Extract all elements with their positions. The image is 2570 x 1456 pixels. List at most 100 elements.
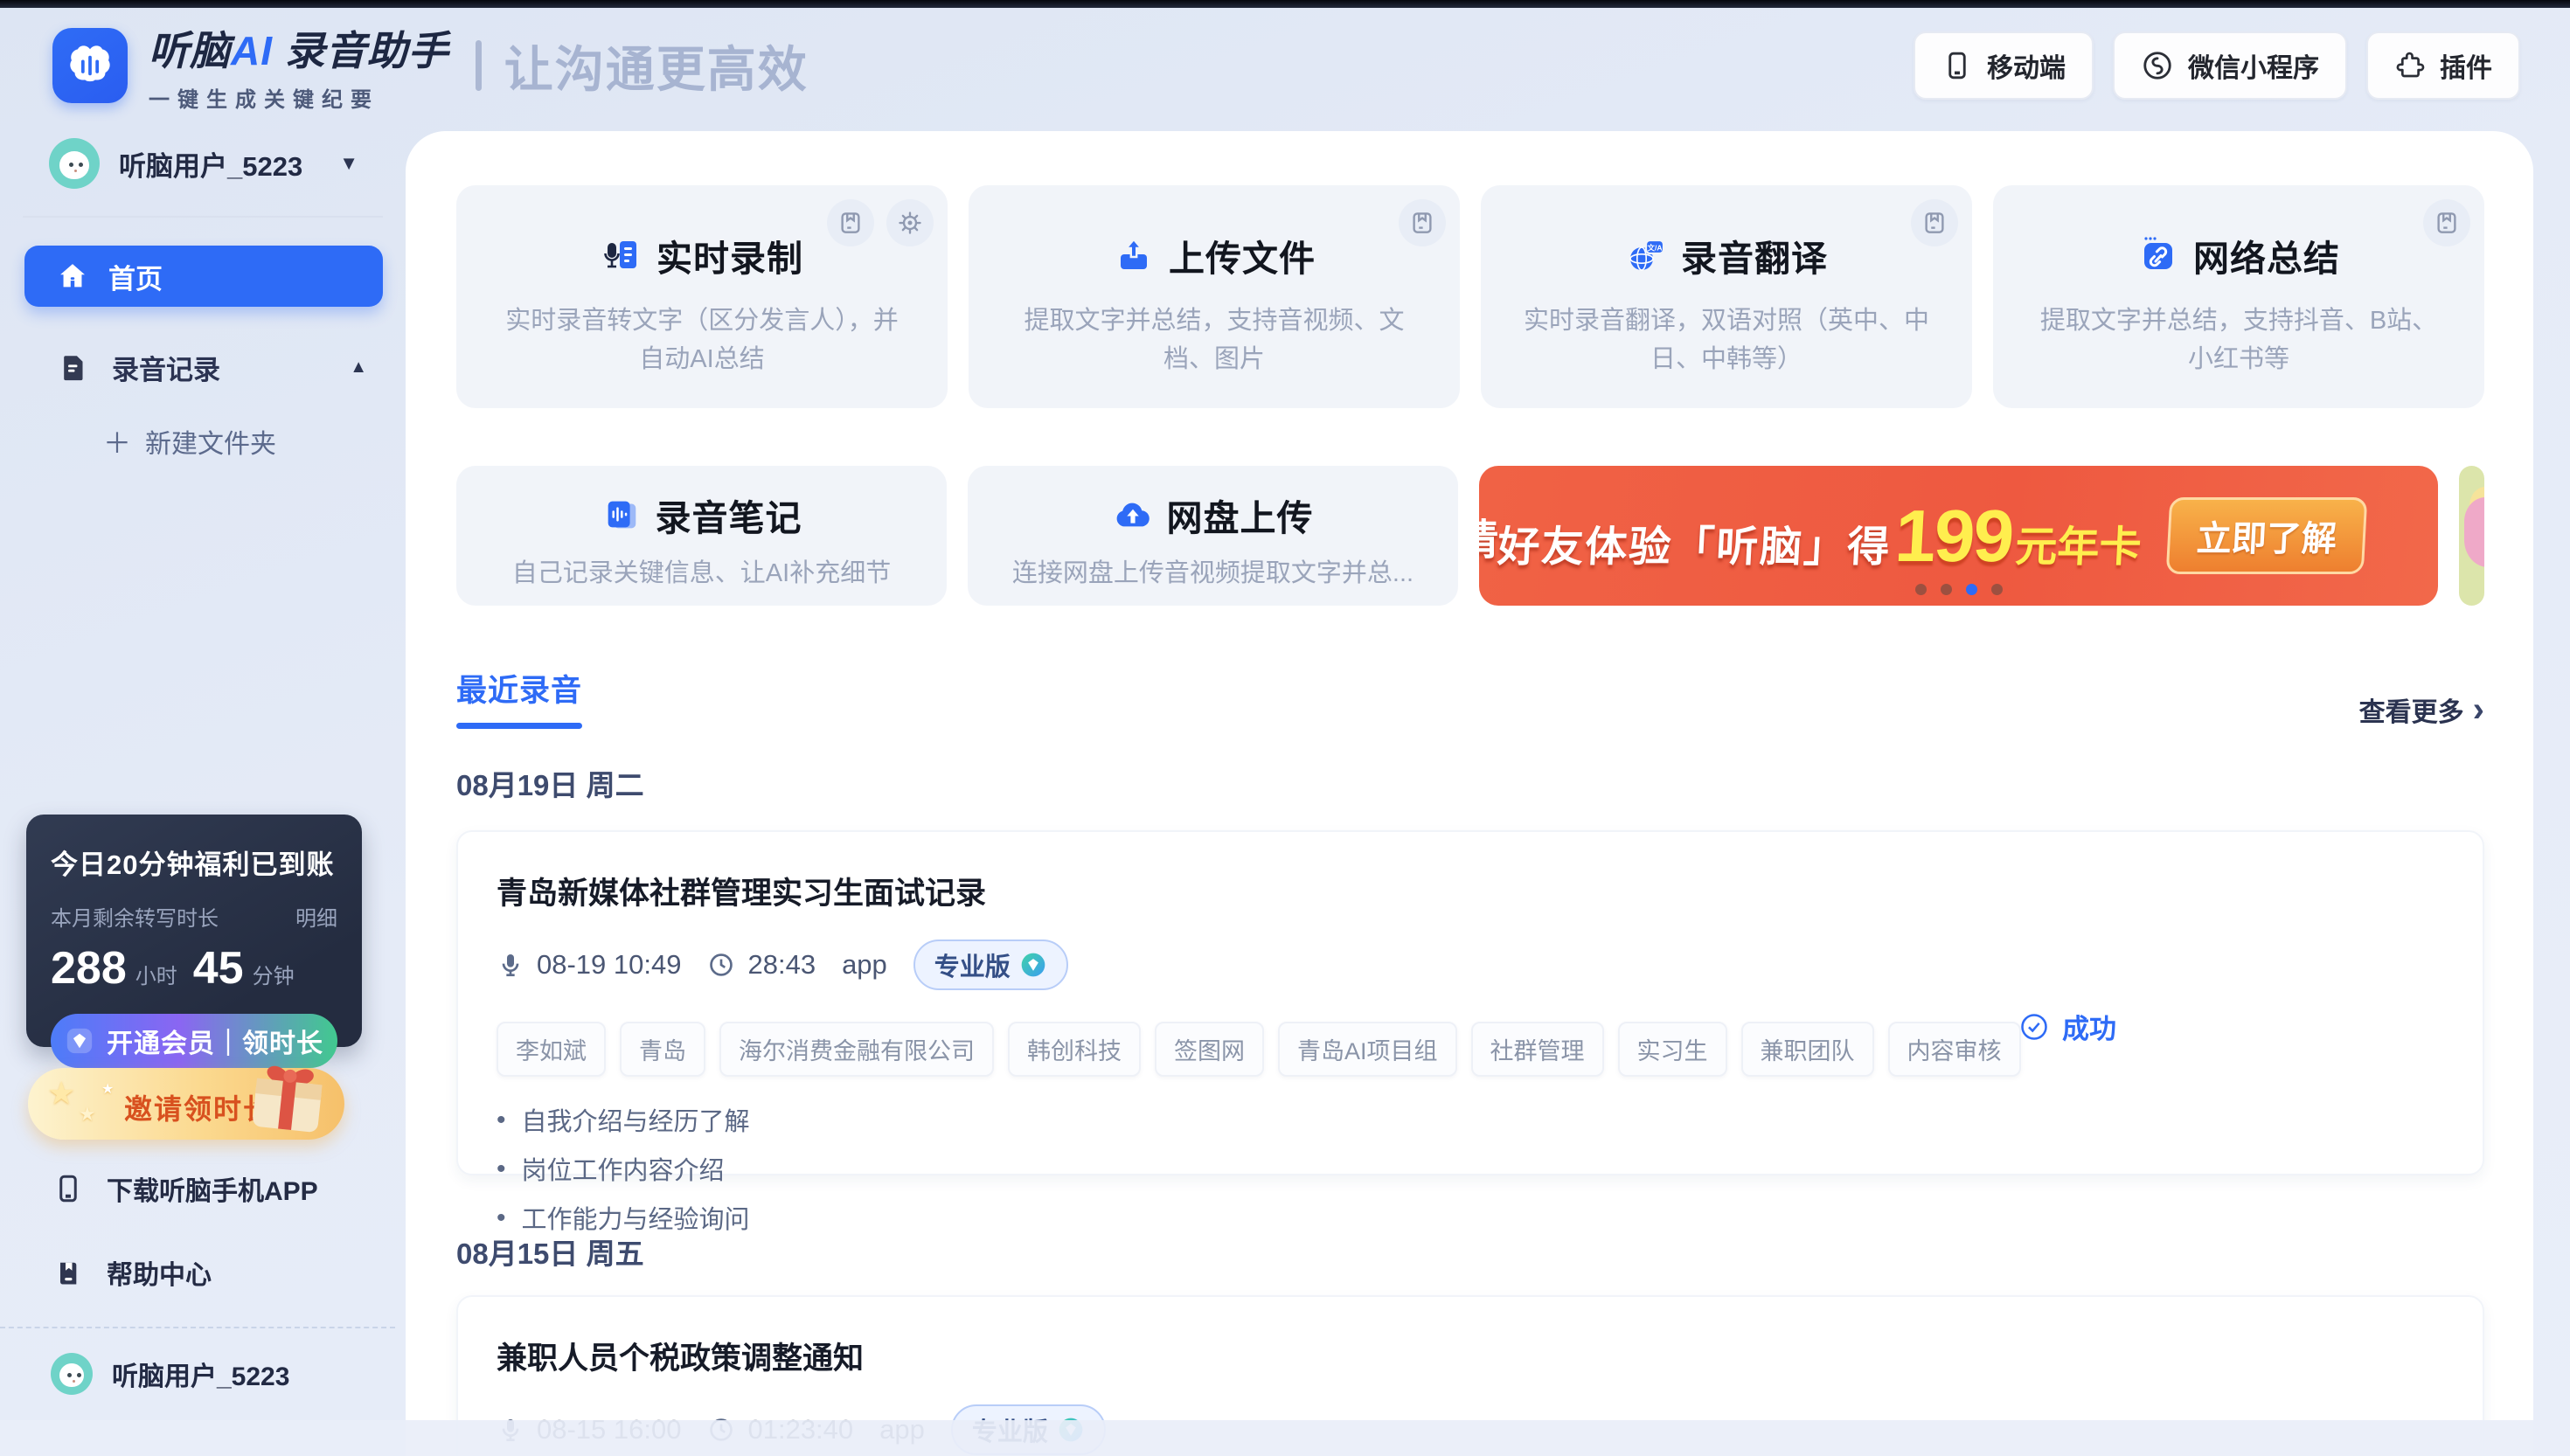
summary-bullet: • 自我介绍与经历了解 — [497, 1105, 750, 1136]
plan-badge[interactable]: 专业版 — [913, 939, 1068, 990]
recording-source: app — [842, 949, 887, 980]
recording-card[interactable]: 青岛新媒体社群管理实习生面试记录 08-19 10:49 28:43 app 专… — [456, 830, 2484, 1234]
keyword-tag[interactable]: 签图网 — [1155, 1022, 1264, 1077]
keyword-tag[interactable]: 李如斌 — [497, 1022, 606, 1077]
carousel-dot[interactable] — [1965, 584, 1977, 595]
sidebar: 听脑用户_5223 ▼ 首页 录音记录 ▲ ＋ 新建文件夹 今日20分钟福利已到… — [0, 126, 406, 1456]
tagline: 让沟通更高效 — [504, 41, 809, 97]
feature-card-translate[interactable]: 文/A 录音翻译 实时录音翻译，双语对照（英中、中日、中韩等） — [1481, 185, 1972, 408]
promo-banner[interactable]: 请 好友体验「听脑」得 199 元年卡 立即了解 — [1479, 466, 2438, 606]
feature-card-netdisk-upload[interactable]: 网盘上传 连接网盘上传音视频提取文字并总... — [968, 466, 1458, 606]
caret-down-icon[interactable]: ▼ — [339, 152, 358, 175]
clock-icon — [707, 951, 735, 979]
cloud-upload-icon — [1113, 495, 1153, 535]
keyword-tag[interactable]: 兼职团队 — [1740, 1022, 1874, 1077]
feature-card-realtime-record[interactable]: 实时录制 实时录音转文字（区分发言人），并自动AI总结 — [456, 185, 948, 408]
gear-icon[interactable] — [886, 199, 934, 246]
star-icon: ★ — [47, 1075, 76, 1111]
sidebar-divider — [23, 216, 383, 218]
recording-meta: 08-19 10:49 28:43 app 专业版 — [497, 939, 2444, 990]
feature-card-upload-file[interactable]: 上传文件 提取文字并总结，支持音视频、文档、图片 — [969, 185, 1460, 408]
bookmark-icon[interactable] — [1399, 199, 1446, 246]
keyword-tags: 李如斌 青岛 海尔消费金融有限公司 韩创科技 签图网 青岛AI项目组 社群管理 … — [497, 1022, 2444, 1077]
banner-cta-button[interactable]: 立即了解 — [2165, 497, 2368, 574]
recording-title: 兼职人员个税政策调整通知 — [497, 1342, 865, 1376]
quota-subtitle: 本月剩余转写时长 — [51, 907, 219, 931]
keyword-tag[interactable]: 海尔消费金融有限公司 — [719, 1022, 994, 1077]
book-icon — [52, 1257, 84, 1288]
date-group-label: 08月19日 周二 — [456, 769, 644, 801]
star-icon: ★ — [79, 1103, 96, 1125]
quota-title: 今日20分钟福利已到账 — [51, 849, 335, 880]
sidebar-footer-divider — [0, 1327, 395, 1328]
plan-diamond-icon — [1019, 951, 1047, 979]
invite-reward-button[interactable]: ★ ★ ★ 邀请领时长 — [28, 1065, 344, 1140]
brand-title: 听脑AI 录音助手 — [149, 27, 449, 73]
carousel-dot[interactable] — [1940, 584, 1952, 595]
tab-recent-recordings[interactable]: 最近录音 — [456, 666, 582, 729]
keyword-tag[interactable]: 内容审核 — [1887, 1022, 2021, 1077]
carousel-dots — [1914, 584, 2003, 595]
header-actions: 移动端 微信小程序 插件 — [1914, 31, 2520, 100]
mic-icon — [497, 951, 524, 979]
phone-icon — [1941, 50, 1973, 81]
mobile-app-button[interactable]: 移动端 — [1914, 31, 2094, 100]
feature-card-voice-notes[interactable]: 录音笔记 自己记录关键信息、让AI补充细节 — [456, 466, 947, 606]
bookmark-icon[interactable] — [2423, 199, 2470, 246]
download-app-link[interactable]: 下载听脑手机APP — [52, 1169, 318, 1208]
sidebar-item-home[interactable]: 首页 — [24, 246, 383, 307]
summary-bullet: • 岗位工作内容介绍 — [497, 1154, 725, 1185]
caret-up-icon[interactable]: ▲ — [350, 357, 367, 378]
brand-subtitle: 一键生成关键纪要 — [149, 87, 379, 112]
keyword-tag[interactable]: 社群管理 — [1470, 1022, 1604, 1077]
recording-duration: 28:43 — [747, 949, 816, 980]
sidebar-item-records[interactable]: 录音记录 ▲ — [58, 348, 367, 387]
feature-cards-row2: 录音笔记 自己记录关键信息、让AI补充细节 网盘上传 连接网盘上传音视频提取文字… — [456, 466, 2484, 606]
tagline-divider — [475, 40, 482, 91]
summary-bullets: • 自我介绍与经历了解 • 岗位工作内容介绍 • 工作能力与经验询问 — [497, 1101, 2444, 1236]
plus-icon: ＋ — [103, 427, 132, 459]
user-avatar — [49, 138, 100, 189]
carousel-dot[interactable] — [1914, 584, 1927, 595]
help-center-link[interactable]: 帮助中心 — [52, 1253, 212, 1292]
keyword-tag[interactable]: 实习生 — [1617, 1022, 1727, 1077]
recording-time: 08-19 10:49 — [537, 949, 682, 980]
bookmark-icon[interactable] — [1911, 199, 1958, 246]
new-folder-button[interactable]: ＋ 新建文件夹 — [103, 421, 276, 461]
gift-icon — [236, 1040, 341, 1145]
upload-icon — [1113, 234, 1155, 276]
star-icon: ★ — [101, 1082, 115, 1097]
brand-text: 听脑AI 录音助手 一键生成关键纪要 — [149, 19, 449, 113]
quota-remaining: 288 小时 45 分钟 — [51, 943, 295, 994]
link-icon — [2137, 234, 2179, 276]
quota-card: 今日20分钟福利已到账 本月剩余转写时长 明细 288 小时 45 分钟 开通会… — [26, 815, 362, 1068]
home-icon — [56, 260, 89, 293]
diamond-icon — [65, 1026, 94, 1056]
brain-logo-icon — [52, 28, 128, 103]
carousel-dot[interactable] — [1990, 584, 2003, 595]
app-header: 听脑AI 录音助手 一键生成关键纪要 让沟通更高效 移动端 微信小程序 插件 — [0, 8, 2570, 123]
user-menu[interactable]: 听脑用户_5223 ▼ — [49, 138, 358, 189]
svg-text:文/A: 文/A — [1647, 243, 1662, 252]
footer-user-menu[interactable]: 听脑用户_5223 — [51, 1353, 289, 1395]
keyword-tag[interactable]: 青岛 — [620, 1022, 705, 1077]
feature-card-web-summary[interactable]: 网络总结 提取文字并总结，支持抖音、B站、小红书等 — [1993, 185, 2484, 408]
feature-cards-row1: 实时录制 实时录音转文字（区分发言人），并自动AI总结 上传文件 提取文字并总结… — [456, 185, 2484, 408]
wechat-miniprogram-icon — [2141, 49, 2174, 82]
banner-clipped-char: 请 — [1479, 505, 1498, 566]
main-panel: 实时录制 实时录音转文字（区分发言人），并自动AI总结 上传文件 提取文字并总结… — [406, 131, 2533, 1456]
plugin-button[interactable]: 插件 — [2366, 31, 2520, 100]
status-badge: 成功 — [2018, 1007, 2116, 1046]
document-icon — [58, 352, 89, 384]
keyword-tag[interactable]: 韩创科技 — [1008, 1022, 1141, 1077]
next-banner-preview[interactable] — [2459, 466, 2484, 606]
quota-detail-link[interactable]: 明细 — [295, 901, 337, 932]
user-name: 听脑用户_5223 — [119, 150, 303, 182]
waveform-note-icon — [601, 495, 642, 535]
bookmark-icon[interactable] — [827, 199, 874, 246]
user-avatar — [51, 1353, 93, 1395]
app-logo: 听脑AI 录音助手 一键生成关键纪要 — [52, 19, 449, 113]
view-more-link[interactable]: 查看更多 › — [2359, 690, 2484, 729]
wechat-miniprogram-button[interactable]: 微信小程序 — [2113, 31, 2347, 100]
keyword-tag[interactable]: 青岛AI项目组 — [1278, 1022, 1457, 1077]
